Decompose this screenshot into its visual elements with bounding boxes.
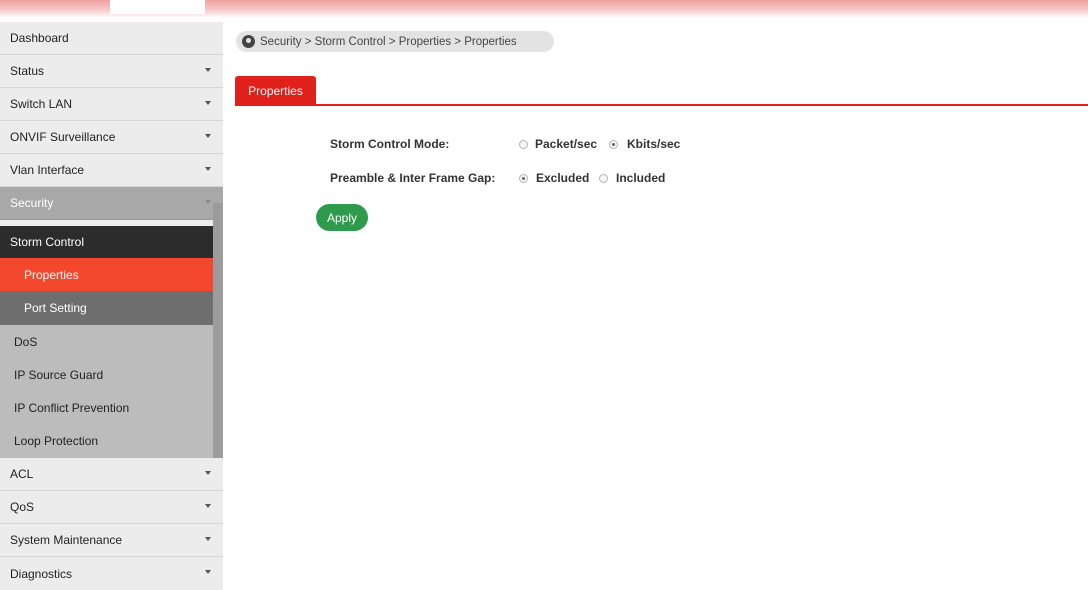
header-tab-gap	[110, 0, 205, 14]
tab-underline	[235, 104, 1088, 106]
sidebar-item-label: Port Setting	[24, 301, 87, 315]
sidebar-item-label: DoS	[14, 334, 38, 349]
sidebar: Dashboard Status Switch LAN ONVIF Survei…	[0, 22, 223, 590]
sidebar-item-label: Dashboard	[10, 31, 69, 45]
breadcrumb-text: Security > Storm Control > Properties > …	[260, 35, 517, 48]
sidebar-item-label: Status	[10, 64, 45, 78]
kbits-sec-radio[interactable]	[609, 140, 618, 149]
storm-control-mode-label: Storm Control Mode:	[330, 137, 450, 151]
chevron-down-icon	[205, 537, 211, 541]
sidebar-item-status[interactable]: Status	[0, 55, 223, 88]
sidebar-item-label: Loop Protection	[14, 434, 99, 448]
included-radio[interactable]	[599, 174, 608, 183]
submenu-scrollbar[interactable]	[213, 203, 223, 458]
sidebar-item-switch-lan[interactable]: Switch LAN	[0, 88, 223, 121]
sidebar-item-label: Storm Control	[10, 235, 85, 249]
sidebar-item-properties[interactable]: Properties	[0, 258, 223, 291]
sidebar-item-system-maintenance[interactable]: System Maintenance	[0, 524, 223, 557]
sidebar-item-diagnostics[interactable]: Diagnostics	[0, 557, 223, 590]
sidebar-item-label: Diagnostics	[10, 566, 73, 581]
sidebar-item-ip-source-guard[interactable]: IP Source Guard	[0, 358, 223, 391]
chevron-down-icon	[205, 570, 211, 574]
excluded-option-label: Excluded	[536, 171, 590, 185]
tab-label: Properties	[248, 83, 303, 98]
tab-properties[interactable]: Properties	[235, 76, 316, 105]
sidebar-item-label: QoS	[10, 500, 35, 514]
chevron-down-icon	[205, 134, 211, 138]
sidebar-item-label: Vlan Interface	[10, 163, 85, 177]
sidebar-item-label: ACL	[10, 467, 34, 481]
packet-sec-option-label: Packet/sec	[535, 137, 598, 151]
sidebar-item-label: Security	[10, 196, 54, 210]
sidebar-item-ip-conflict-prevention[interactable]: IP Conflict Prevention	[0, 391, 223, 424]
chevron-down-icon	[205, 167, 211, 171]
sidebar-item-loop-protection[interactable]: Loop Protection	[0, 424, 223, 458]
sidebar-item-label: IP Conflict Prevention	[14, 400, 130, 415]
sidebar-item-storm-control[interactable]: Storm Control	[0, 226, 223, 258]
sidebar-item-label: ONVIF Surveillance	[10, 130, 116, 144]
sidebar-item-qos[interactable]: QoS	[0, 491, 223, 524]
sidebar-item-label: System Maintenance	[10, 533, 123, 547]
sidebar-item-security[interactable]: Security	[0, 187, 223, 220]
included-option-label: Included	[616, 171, 666, 185]
packet-sec-radio[interactable]	[519, 140, 528, 149]
sidebar-item-dos[interactable]: DoS	[0, 325, 223, 358]
sidebar-item-vlan-interface[interactable]: Vlan Interface	[0, 154, 223, 187]
sidebar-item-label: Properties	[24, 267, 79, 282]
chevron-down-icon	[205, 200, 211, 204]
chevron-down-icon	[205, 101, 211, 105]
chevron-down-icon	[205, 68, 211, 72]
sidebar-item-label: Switch LAN	[10, 97, 73, 111]
chevron-down-icon	[205, 471, 211, 475]
apply-button[interactable]: Apply	[316, 204, 368, 231]
sidebar-item-acl[interactable]: ACL	[0, 458, 223, 491]
top-header-bar	[0, 0, 1088, 18]
preamble-gap-label: Preamble & Inter Frame Gap:	[330, 171, 496, 185]
excluded-radio[interactable]	[519, 174, 528, 183]
sidebar-item-label: IP Source Guard	[14, 367, 104, 382]
kbits-sec-option-label: Kbits/sec	[627, 137, 681, 151]
sidebar-item-onvif-surveillance[interactable]: ONVIF Surveillance	[0, 121, 223, 154]
chevron-down-icon	[205, 504, 211, 508]
breadcrumb: Security > Storm Control > Properties > …	[236, 31, 554, 52]
sidebar-item-port-setting[interactable]: Port Setting	[0, 291, 223, 325]
location-pin-icon	[242, 35, 255, 48]
apply-label: Apply	[326, 210, 358, 225]
sidebar-item-dashboard[interactable]: Dashboard	[0, 22, 223, 55]
